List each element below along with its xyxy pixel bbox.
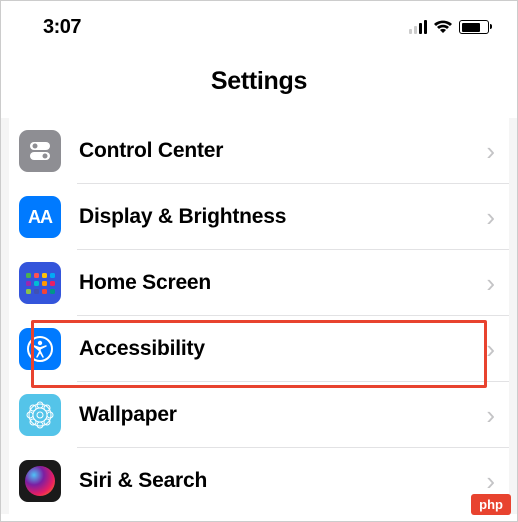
watermark-badge: php: [471, 494, 511, 515]
home-screen-icon: [19, 262, 61, 304]
status-icons: [409, 20, 489, 34]
accessibility-icon: [19, 328, 61, 370]
row-home-screen[interactable]: Home Screen ›: [9, 250, 509, 316]
chevron-right-icon: ›: [486, 400, 495, 431]
row-label: Display & Brightness: [79, 205, 486, 229]
row-wallpaper[interactable]: Wallpaper ›: [9, 382, 509, 448]
status-time: 3:07: [43, 16, 81, 39]
row-label: Accessibility: [79, 337, 486, 361]
row-label: Home Screen: [79, 271, 486, 295]
display-brightness-icon: AA: [19, 196, 61, 238]
chevron-right-icon: ›: [486, 202, 495, 233]
cellular-signal-icon: [409, 20, 427, 34]
row-control-center[interactable]: Control Center ›: [9, 118, 509, 184]
control-center-icon: [19, 130, 61, 172]
row-label: Wallpaper: [79, 403, 486, 427]
chevron-right-icon: ›: [486, 136, 495, 167]
settings-list: Control Center › AA Display & Brightness…: [9, 118, 509, 514]
page-title: Settings: [1, 67, 517, 96]
row-label: Siri & Search: [79, 469, 486, 493]
chevron-right-icon: ›: [486, 334, 495, 365]
row-siri-search[interactable]: Siri & Search ›: [9, 448, 509, 514]
row-accessibility[interactable]: Accessibility ›: [9, 316, 509, 382]
header: Settings: [1, 49, 517, 118]
chevron-right-icon: ›: [486, 268, 495, 299]
wifi-icon: [433, 20, 453, 34]
settings-list-container: Control Center › AA Display & Brightness…: [1, 118, 517, 514]
status-bar: 3:07: [1, 1, 517, 49]
row-display-brightness[interactable]: AA Display & Brightness ›: [9, 184, 509, 250]
wallpaper-icon: [19, 394, 61, 436]
battery-icon: [459, 20, 489, 34]
chevron-right-icon: ›: [486, 466, 495, 497]
row-label: Control Center: [79, 139, 486, 163]
siri-icon: [19, 460, 61, 502]
